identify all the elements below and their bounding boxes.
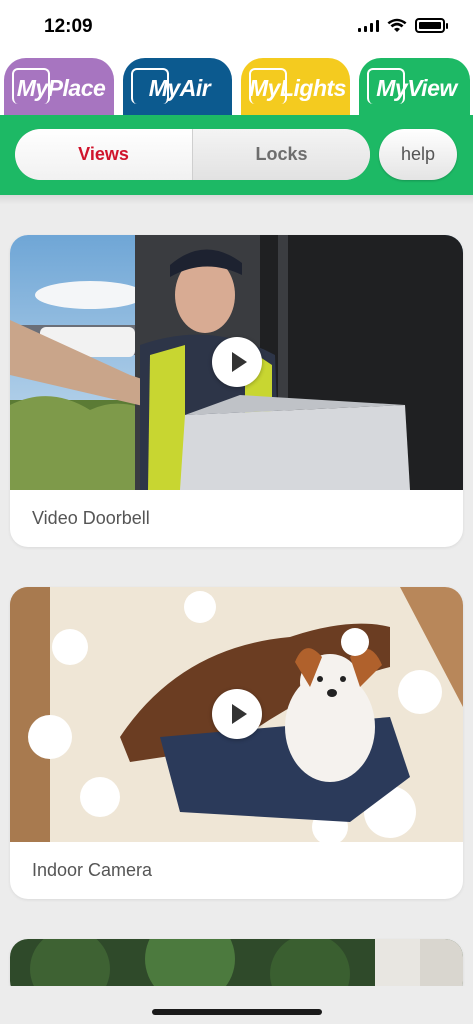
- home-indicator[interactable]: [152, 1009, 322, 1015]
- video-doorbell-thumbnail[interactable]: [10, 235, 463, 490]
- segment-bar: Views Locks help: [0, 115, 473, 195]
- tab-myair-name: Air: [179, 74, 211, 101]
- divider-shadow: [0, 195, 473, 205]
- tab-myview-prefix: My: [376, 74, 408, 101]
- tab-myair-prefix: My: [148, 74, 180, 101]
- status-time: 12:09: [44, 16, 93, 37]
- help-button[interactable]: help: [379, 129, 457, 180]
- tab-myplace-name: Place: [47, 74, 106, 101]
- card-title: Video Doorbell: [32, 508, 150, 528]
- app-tabs: MyPlace MyAir MyLights MyView: [0, 54, 473, 118]
- status-icons: [358, 18, 448, 33]
- tab-myplace[interactable]: MyPlace: [4, 58, 114, 118]
- cellular-signal-icon: [358, 19, 379, 32]
- tab-myview[interactable]: MyView: [359, 58, 470, 118]
- card-title: Indoor Camera: [32, 860, 153, 880]
- segment-views[interactable]: Views: [15, 129, 193, 180]
- segment-locks[interactable]: Locks: [193, 129, 370, 180]
- play-icon[interactable]: [212, 337, 262, 387]
- wifi-icon: [387, 18, 407, 32]
- camera-card-indoor-camera[interactable]: Indoor Camera: [10, 587, 463, 899]
- tab-myplace-prefix: My: [16, 74, 48, 101]
- tab-mylights-prefix: My: [249, 74, 280, 101]
- tab-myview-name: View: [407, 74, 457, 101]
- tab-myair[interactable]: MyAir: [123, 58, 232, 118]
- tab-mylights-name: Lights: [279, 74, 347, 101]
- status-bar: 12:09: [0, 0, 473, 54]
- home-bar: [0, 986, 473, 1024]
- camera-card-video-doorbell[interactable]: Video Doorbell: [10, 235, 463, 547]
- views-locks-segmented-control: Views Locks: [15, 129, 370, 180]
- battery-icon: [415, 18, 448, 33]
- play-icon[interactable]: [212, 689, 262, 739]
- tab-mylights[interactable]: MyLights: [241, 58, 350, 118]
- indoor-camera-thumbnail[interactable]: [10, 587, 463, 842]
- screen: 12:09 MyPlace MyAir MyLights MyView View…: [0, 0, 473, 1024]
